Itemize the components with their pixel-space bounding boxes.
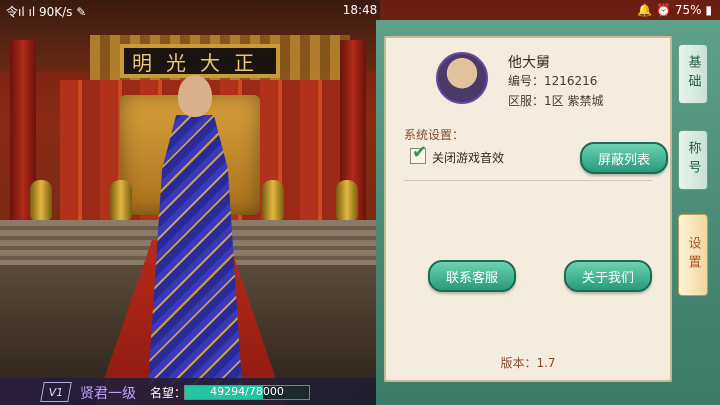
checkmark-icon: ✔: [412, 142, 428, 163]
contact-support-button[interactable]: 联系客服: [428, 260, 516, 292]
alarm-icon: ⏰: [656, 3, 672, 17]
bell-icon: 🔔: [637, 3, 653, 17]
player-server: 区服：1区 紫禁城: [508, 94, 604, 108]
battery-icon: ▮: [705, 3, 712, 17]
block-list-button[interactable]: 屏蔽列表: [580, 142, 668, 174]
mute-sound-label[interactable]: 关闭游戏音效: [432, 149, 504, 166]
bronze-urn: [110, 180, 132, 220]
battery-level: 75%: [674, 3, 702, 17]
tab-settings[interactable]: 设置: [678, 214, 708, 296]
fame-progress-text: 49294/78000: [210, 385, 284, 398]
battery-status: 🔔 ⏰ 75% ▮: [637, 3, 712, 17]
player-avatar[interactable]: [436, 52, 488, 104]
tab-basic[interactable]: 基础: [678, 44, 708, 104]
character-head: [178, 75, 212, 117]
rank-title: 贤君一级: [80, 386, 136, 402]
emperor-character: [140, 75, 250, 385]
vip-badge[interactable]: V1: [40, 382, 72, 402]
player-status-bar: V1 贤君一级 名望： 49294/78000: [0, 378, 380, 405]
fame-progress-bar: 49294/78000: [184, 385, 310, 400]
player-name: 他大舅: [508, 55, 550, 71]
clock: 18:48: [342, 3, 378, 17]
tab-title[interactable]: 称号: [678, 130, 708, 190]
hall-plaque: 明光大正: [120, 44, 280, 78]
fame-label: 名望：: [150, 386, 187, 400]
bronze-urn: [262, 180, 284, 220]
character-robe: [148, 115, 242, 385]
version-label: 版本：1.7: [500, 356, 556, 370]
about-us-button[interactable]: 关于我们: [564, 260, 652, 292]
player-id: 编号：1216216: [508, 74, 598, 88]
status-bar: 令ıl ıl 90K/s ✎ 18:48 🔔 ⏰ 75% ▮: [0, 0, 720, 20]
bronze-urn: [336, 180, 358, 220]
bronze-urn: [30, 180, 52, 220]
divider: [404, 180, 652, 181]
system-settings-label: 系统设置：: [404, 128, 465, 142]
settings-panel: 他大舅 编号：1216216 区服：1区 紫禁城 系统设置： ✔ 关闭游戏音效 …: [384, 36, 672, 382]
